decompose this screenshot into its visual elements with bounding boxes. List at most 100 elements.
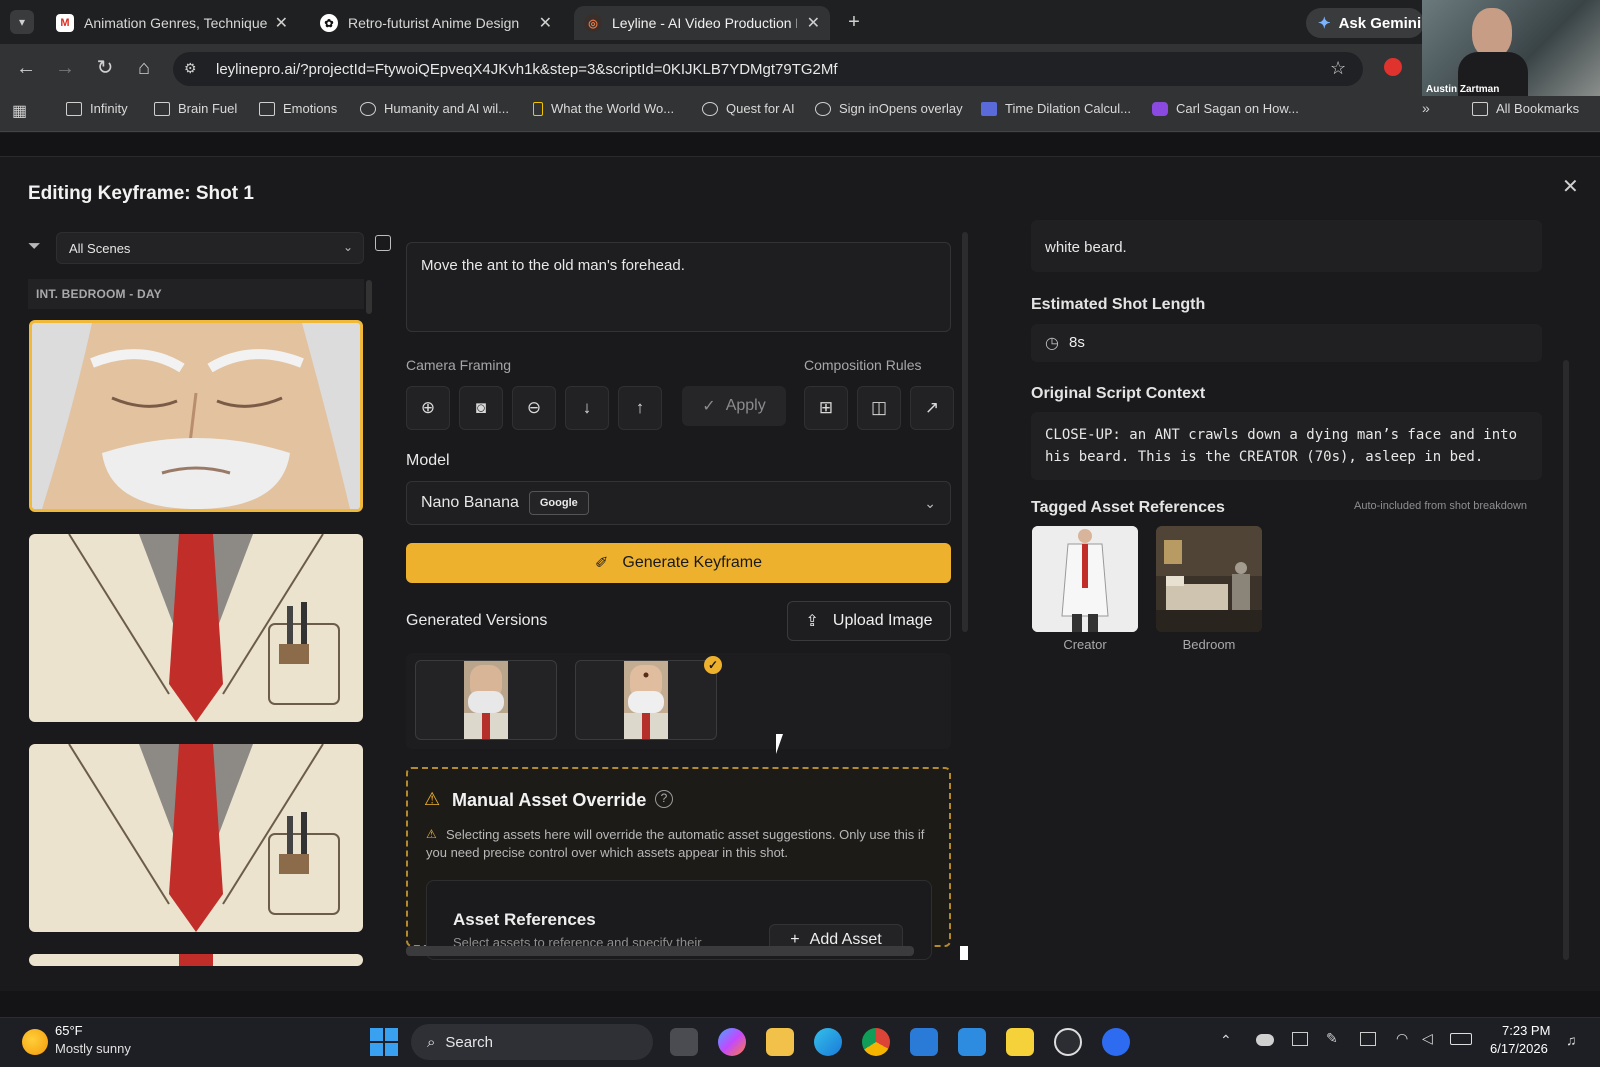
tab-animation-genres[interactable]: M Animation Genres, Technique a ✕	[46, 6, 298, 40]
bookmark-star-icon[interactable]: ☆	[1330, 58, 1346, 79]
tab-retro-futurist[interactable]: ✿ Retro-futurist Anime Design ✕	[310, 6, 562, 40]
calculator-icon	[981, 101, 997, 116]
bookmark-time-dilation[interactable]: Time Dilation Calcul...	[981, 101, 1131, 116]
back-icon[interactable]: ←	[14, 56, 38, 80]
bookmark-quest-for-ai[interactable]: Quest for AI	[702, 101, 795, 116]
home-icon[interactable]: ⌂	[132, 56, 156, 80]
tab-search-icon[interactable]: ▾	[10, 10, 34, 34]
globe-icon	[815, 101, 831, 116]
file-explorer-icon[interactable]	[766, 1028, 794, 1056]
bookmark-infinity[interactable]: Infinity	[66, 101, 128, 116]
store-icon[interactable]	[910, 1028, 938, 1056]
bookmark-sign-in[interactable]: Sign inOpens overlay	[815, 101, 963, 116]
url-text[interactable]: leylinepro.ai/?projectId=FtywoiQEpveqX4J…	[216, 61, 838, 78]
volume-icon[interactable]: ◁	[1422, 1030, 1433, 1047]
start-icon[interactable]	[370, 1028, 398, 1056]
weather-sun-icon[interactable]	[22, 1029, 48, 1055]
clock-date[interactable]: 6/17/2026	[1490, 1041, 1548, 1056]
site-info-icon[interactable]: ⚙	[184, 60, 197, 77]
ask-gemini-button[interactable]: ✦ Ask Gemini	[1306, 8, 1424, 38]
shot-thumbnail-4[interactable]	[29, 954, 363, 966]
tilt-down-button[interactable]: ↓	[565, 386, 609, 430]
arrow-up-icon: ↑	[635, 398, 645, 417]
mouse-cursor	[776, 734, 783, 754]
bookmark-carl-sagan[interactable]: Carl Sagan on How...	[1152, 101, 1299, 116]
tab-leyline[interactable]: ◎ Leyline - AI Video Production P ✕	[574, 6, 830, 40]
camera-button[interactable]: ◙	[459, 386, 503, 430]
left-scrollbar[interactable]	[366, 280, 372, 314]
apply-button[interactable]: ✓ Apply	[682, 386, 786, 426]
upload-image-button[interactable]: ⇪ Upload Image	[787, 601, 951, 641]
shot-thumbnail-3[interactable]	[29, 744, 363, 932]
leyline-icon: ◎	[584, 14, 602, 32]
taskbar-search[interactable]: ⌕ Search	[411, 1024, 653, 1060]
right-scrollbar[interactable]	[1563, 360, 1569, 960]
modal-title: Editing Keyframe: Shot 1	[28, 183, 254, 204]
zoom-in-button[interactable]: ⊕	[406, 386, 450, 430]
version-thumbnail-1[interactable]	[415, 660, 557, 740]
cast-icon[interactable]	[1292, 1032, 1308, 1046]
bookmark-humanity-ai[interactable]: Humanity and AI wil...	[360, 101, 509, 116]
collapse-panel-icon[interactable]	[375, 235, 391, 251]
asset-tile-bedroom[interactable]	[1156, 526, 1262, 632]
gmail-icon: M	[56, 14, 74, 32]
override-title: Manual Asset Override	[452, 790, 647, 810]
close-tab-icon[interactable]: ✕	[807, 13, 820, 33]
chrome-icon[interactable]	[862, 1028, 890, 1056]
close-tab-icon[interactable]: ✕	[539, 13, 552, 33]
center-vertical-scrollbar[interactable]	[962, 232, 968, 632]
chevron-up-icon[interactable]: ⌃	[1220, 1032, 1232, 1049]
bookmark-what-the-world[interactable]: What the World Wo...	[533, 101, 674, 116]
edit-prompt-textarea[interactable]: Move the ant to the old man's forehead.	[406, 242, 951, 332]
bookmark-brain-fuel[interactable]: Brain Fuel	[154, 101, 237, 116]
wifi-icon[interactable]: ◠	[1396, 1030, 1408, 1047]
close-icon[interactable]: ✕	[1562, 174, 1579, 199]
shot-thumbnail-2[interactable]	[29, 534, 363, 722]
tray-icon[interactable]	[1360, 1032, 1376, 1046]
clock-time[interactable]: 7:23 PM	[1502, 1023, 1550, 1038]
shot-thumbnail-1[interactable]	[29, 320, 363, 512]
onedrive-icon[interactable]	[1256, 1034, 1274, 1046]
more-bookmarks-icon[interactable]: »	[1422, 100, 1430, 116]
warning-icon: ⚠	[424, 789, 441, 809]
webcam-person	[1472, 8, 1512, 58]
all-bookmarks[interactable]: All Bookmarks	[1472, 101, 1579, 116]
media-player-icon[interactable]	[1054, 1028, 1082, 1056]
bookmark-emotions[interactable]: Emotions	[259, 101, 337, 116]
grid-rule-button[interactable]: ⊞	[804, 386, 848, 430]
scroll-handle[interactable]	[960, 946, 968, 960]
reload-icon[interactable]: ↻	[93, 56, 117, 80]
close-tab-icon[interactable]: ✕	[275, 13, 288, 33]
apps-grid-icon[interactable]: ▦	[12, 101, 27, 121]
bookmarks-bar	[0, 92, 1600, 132]
leading-lines-button[interactable]: ↗	[910, 386, 954, 430]
asset-tile-creator[interactable]	[1032, 526, 1138, 632]
tilt-up-button[interactable]: ↑	[618, 386, 662, 430]
zoom-out-button[interactable]: ⊖	[512, 386, 556, 430]
symmetry-rule-button[interactable]: ◫	[857, 386, 901, 430]
snipping-icon[interactable]	[958, 1028, 986, 1056]
notification-bell-icon[interactable]: ♫	[1566, 1032, 1577, 1048]
scene-filter-select[interactable]: All Scenes ⌄	[56, 232, 364, 264]
center-horizontal-scrollbar[interactable]	[406, 946, 914, 956]
bookmark-page-icon	[533, 101, 543, 116]
pen-icon[interactable]: ✎	[1326, 1030, 1338, 1047]
model-select[interactable]: Nano Banana Google ⌄	[406, 481, 951, 525]
zoom-icon[interactable]	[1102, 1028, 1130, 1056]
task-view-icon[interactable]	[670, 1028, 698, 1056]
generate-keyframe-button[interactable]: ✐ Generate Keyframe	[406, 543, 951, 583]
extension-icon[interactable]	[1384, 58, 1402, 76]
forward-icon[interactable]: →	[53, 56, 77, 80]
version-thumbnail-2[interactable]	[575, 660, 717, 740]
weather-description[interactable]: Mostly sunny	[55, 1041, 131, 1056]
chevron-down-icon: ⌄	[924, 494, 936, 511]
asset-caption-creator: Creator	[1063, 637, 1107, 652]
weather-temperature[interactable]: 65°F	[55, 1023, 83, 1038]
filter-icon[interactable]: ⏷	[28, 238, 41, 256]
sticky-notes-icon[interactable]	[1006, 1028, 1034, 1056]
battery-icon[interactable]	[1450, 1033, 1472, 1045]
new-tab-icon[interactable]: +	[842, 10, 866, 34]
edge-icon[interactable]	[814, 1028, 842, 1056]
help-icon[interactable]: ?	[655, 790, 673, 808]
copilot-icon[interactable]	[718, 1028, 746, 1056]
